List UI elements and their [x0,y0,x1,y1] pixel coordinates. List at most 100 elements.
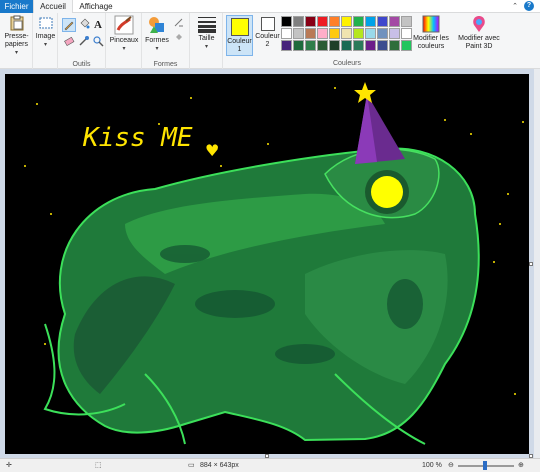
paint3d-button[interactable]: Modifier avec Paint 3D [455,15,503,51]
shapes-label: Formes [145,37,169,44]
clipboard-group: Presse-papiers ▾ [0,13,33,69]
status-bar: ✛ ⬚ ▭ 884 × 643px 100 % ⊖ ⊕ [0,458,540,472]
brush-icon [114,15,134,35]
chevron-down-icon: ▾ [14,50,18,56]
palette-swatch[interactable] [353,28,364,39]
collapse-ribbon-icon[interactable]: ⌃ [512,2,518,10]
palette-swatch[interactable] [389,28,400,39]
zoom-level: 100 % [422,462,442,469]
palette-swatch[interactable] [317,40,328,51]
palette-swatch[interactable] [353,16,364,27]
canvas-text: Kiss ME [82,123,193,153]
color1-label: Couleur 1 [227,38,252,53]
chevron-down-icon: ▾ [122,46,126,52]
cursor-position-icon: ✛ [6,462,12,469]
image-group: Image ▾ [33,13,58,69]
palette-swatch[interactable] [389,40,400,51]
color2-button[interactable]: Couleur 2 [254,17,281,49]
outline-icon[interactable] [172,17,186,31]
tab-file[interactable]: Fichier [0,0,33,13]
palette-swatch[interactable] [317,16,328,27]
clipboard-button[interactable]: Presse-papiers ▾ [2,15,31,57]
palette-swatch[interactable] [329,40,340,51]
shape-fill-icon[interactable] [172,31,186,45]
ribbon: Presse-papiers ▾ Image ▾ A Outils Pincea… [0,13,540,69]
palette-swatch[interactable] [293,16,304,27]
drawing-canvas[interactable]: Kiss ME ♥ [5,74,529,454]
tab-view[interactable]: Affichage [74,0,118,13]
color2-swatch [260,17,275,31]
size-button[interactable]: Taille ▾ [192,15,221,51]
line-width-icon [197,17,216,33]
resize-handle-right[interactable] [529,262,533,266]
palette-swatch[interactable] [305,40,316,51]
palette-swatch[interactable] [293,40,304,51]
frog-drawing: Kiss ME ♥ [24,82,524,445]
palette-swatch[interactable] [281,28,292,39]
palette-swatch[interactable] [341,28,352,39]
chevron-down-icon: ▾ [155,46,159,52]
image-button[interactable]: Image ▾ [34,15,57,49]
chevron-down-icon: ▾ [43,42,47,48]
clipboard-label: Presse-papiers [4,33,29,48]
edit-colors-label: Modifier les couleurs [413,35,449,50]
palette-swatch[interactable] [281,40,292,51]
vertical-scrollbar[interactable] [534,69,540,458]
tab-home[interactable]: Accueil [33,0,73,14]
palette-swatch[interactable] [281,16,292,27]
palette-swatch[interactable] [341,16,352,27]
fill-icon[interactable] [77,18,91,32]
brushes-button[interactable]: Pinceaux ▾ [107,15,141,53]
shapes-button[interactable]: Formes ▾ [143,15,171,53]
palette-swatch[interactable] [365,28,376,39]
select-icon [39,17,52,29]
clipboard-icon [10,15,23,31]
canvas-size-icon: ▭ [188,462,195,469]
palette-swatch[interactable] [389,16,400,27]
palette-swatch[interactable] [365,16,376,27]
palette-swatch[interactable] [365,40,376,51]
color-picker-icon[interactable] [77,35,91,49]
size-label: Taille [198,35,215,42]
brushes-label: Pinceaux [109,37,139,44]
palette-swatch[interactable] [353,40,364,51]
help-icon[interactable]: ? [524,1,534,11]
palette-swatch[interactable] [377,40,388,51]
text-icon[interactable]: A [91,18,105,32]
zoom-slider-thumb[interactable] [483,461,487,470]
size-group: Taille ▾ [190,13,223,69]
heart-icon: ♥ [205,141,219,160]
image-label: Image [35,33,56,40]
shapes-group: Formes ▾ Formes [142,13,190,69]
pencil-icon[interactable] [62,18,76,32]
palette-swatch[interactable] [305,28,316,39]
zoom-in-button[interactable]: ⊕ [518,459,524,472]
zoom-out-button[interactable]: ⊖ [448,459,454,472]
tools-group: A Outils [58,13,106,69]
color1-swatch [230,18,249,36]
tools-group-label: Outils [72,61,91,68]
canvas-dimensions: 884 × 643px [200,462,239,469]
edit-colors-button[interactable]: Modifier les couleurs [411,15,451,51]
palette-swatch[interactable] [305,16,316,27]
palette-swatch[interactable] [293,28,304,39]
shapes-icon [149,17,164,33]
menu-bar: Fichier Accueil Affichage ⌃ ? [0,0,540,14]
palette-swatch[interactable] [377,28,388,39]
color2-label: Couleur 2 [255,33,280,48]
colors-group-label: Couleurs [332,60,361,67]
palette-swatch[interactable] [317,28,328,39]
magnifier-icon[interactable] [91,35,105,49]
shapes-group-label: Formes [153,61,178,68]
brushes-group: Pinceaux ▾ [106,13,142,69]
palette-swatch[interactable] [329,16,340,27]
palette-swatch[interactable] [329,28,340,39]
work-area: Kiss ME ♥ [0,69,540,458]
eraser-icon[interactable] [62,35,76,49]
paint3d-icon [473,16,485,32]
star-icon [354,82,376,103]
chevron-down-icon: ▾ [204,44,208,50]
palette-swatch[interactable] [377,16,388,27]
palette-swatch[interactable] [341,40,352,51]
color1-button[interactable]: Couleur 1 [226,15,253,56]
